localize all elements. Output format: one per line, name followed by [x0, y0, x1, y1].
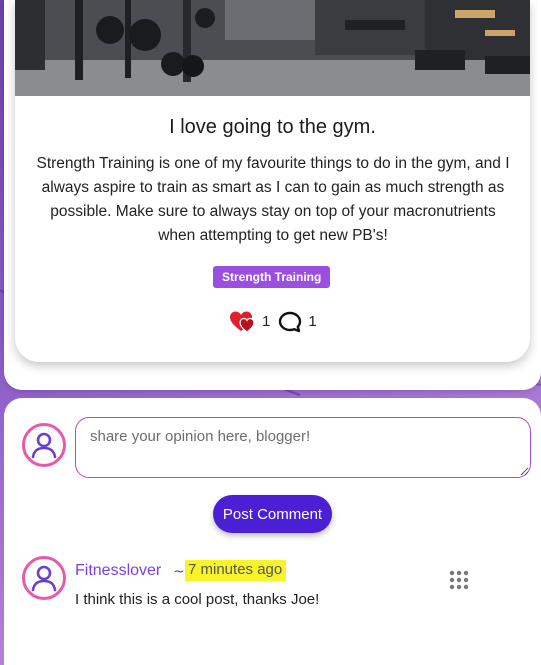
comment-separator: ~ — [173, 564, 185, 580]
drag-handle-icon[interactable] — [448, 569, 470, 591]
comment-author[interactable]: Fitnesslover — [75, 562, 161, 580]
post-image — [15, 0, 530, 96]
comment-timestamp: 7 minutes ago — [185, 560, 287, 581]
speech-bubble-icon[interactable] — [278, 311, 302, 337]
post-comment-button[interactable]: Post Comment — [213, 495, 332, 533]
likes-count: 1 — [262, 312, 271, 330]
tag-badge[interactable]: Strength Training — [213, 266, 331, 288]
post-title: I love going to the gym. — [169, 116, 376, 138]
resize-handle-icon[interactable] — [519, 466, 529, 476]
comment-input[interactable] — [75, 417, 531, 478]
gym-photo — [15, 0, 530, 96]
post-card: I love going to the gym. Strength Traini… — [15, 0, 530, 362]
comment-section: Post Comment Fitnesslover ~ 7 minutes ag… — [4, 398, 541, 665]
commenter-avatar-icon — [22, 556, 66, 600]
heart-icon[interactable] — [230, 311, 256, 337]
comments-count: 1 — [308, 312, 317, 330]
post-stats: 1 1 — [230, 311, 325, 337]
user-avatar-icon — [22, 423, 66, 467]
post-body: Strength Training is one of my favourite… — [36, 155, 510, 244]
comment-text: I think this is a cool post, thanks Joe! — [75, 591, 320, 608]
